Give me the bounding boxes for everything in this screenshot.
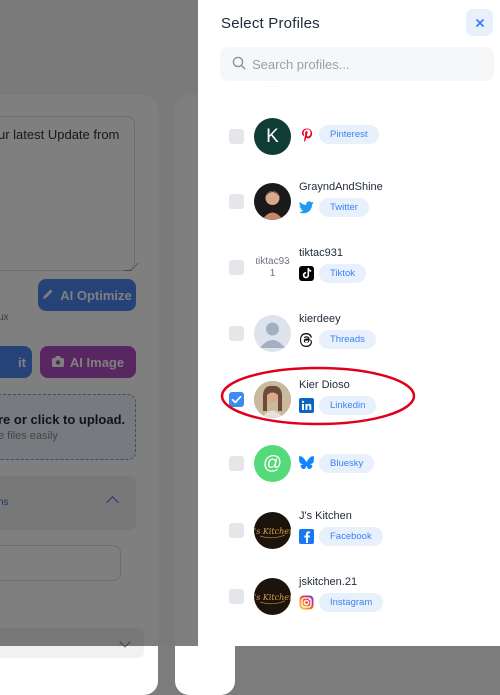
profile-checkbox[interactable] [229,589,244,604]
svg-text:J's Kitchen: J's Kitchen [254,527,291,536]
profile-checkbox[interactable] [229,194,244,209]
profile-name: GrayndAndShine [299,181,383,193]
instagram-icon [299,595,314,610]
profile-row[interactable]: @ Bluesky [198,432,500,492]
platform-badge[interactable]: Bluesky [319,454,375,473]
search-box[interactable] [220,47,494,81]
avatar: J's Kitchen [254,578,291,615]
tiktok-icon [299,266,314,281]
profile-checkbox[interactable] [229,129,244,144]
search-input[interactable] [252,47,482,81]
avatar: @ [254,445,291,482]
profile-name: J's Kitchen [299,510,352,522]
avatar-letter: K [266,125,279,147]
facebook-icon [299,529,314,544]
platform-badge[interactable]: Threads [319,330,376,349]
avatar-letter: @ [262,452,283,474]
profile-row[interactable]: tiktac931 tiktac931 Tiktok [198,236,500,296]
svg-text:J's Kitchen: J's Kitchen [254,593,291,602]
close-button[interactable] [466,9,493,36]
profile-name: tiktac931 [299,247,344,259]
avatar [254,183,291,220]
profile-checkbox[interactable] [229,326,244,341]
threads-icon [299,332,314,347]
platform-badge[interactable]: Pinterest [319,125,379,144]
list-fade [198,86,500,94]
bluesky-icon [299,455,314,470]
profile-row[interactable]: K Pinterest [198,105,500,165]
profile-checkbox[interactable] [229,260,244,275]
select-profiles-drawer: K Pinterest GrayndAndShine Twitter tikta… [198,0,500,646]
highlight-ellipse [220,366,416,426]
close-icon [475,18,484,27]
profile-row[interactable]: J's Kitchen J's Kitchen Facebook [198,499,500,559]
broken-image-alt: tiktac931 [255,255,290,279]
twitter-icon [299,200,314,215]
pinterest-icon [299,127,314,142]
drawer-title: Select Profiles [221,15,320,32]
avatar: K [254,118,291,155]
profile-name: jskitchen.21 [299,576,358,588]
avatar [254,315,291,352]
profile-list[interactable]: K Pinterest GrayndAndShine Twitter tikta… [198,0,500,646]
profile-row[interactable]: J's Kitchen jskitchen.21 Instagram [198,565,500,625]
avatar: tiktac931 [254,249,291,286]
platform-badge[interactable]: Twitter [319,198,369,217]
profile-row[interactable]: kierdeey Threads [198,302,500,362]
profile-checkbox[interactable] [229,523,244,538]
profile-name: kierdeey [299,313,341,325]
profile-checkbox[interactable] [229,456,244,471]
search-icon [232,56,246,70]
profile-row[interactable]: GrayndAndShine Twitter [198,170,500,230]
platform-badge[interactable]: Tiktok [319,264,366,283]
platform-badge[interactable]: Facebook [319,527,383,546]
platform-badge[interactable]: Instagram [319,593,384,612]
avatar: J's Kitchen [254,512,291,549]
